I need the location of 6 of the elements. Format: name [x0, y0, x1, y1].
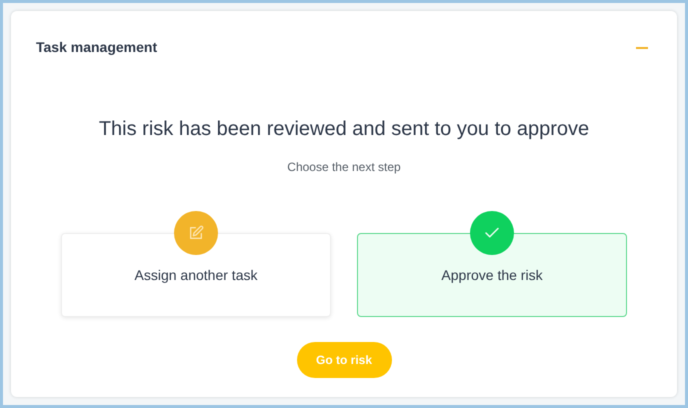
option-card[interactable]: Assign another task — [61, 233, 331, 317]
panel-title: Task management — [36, 38, 158, 57]
option-card[interactable]: Approve the risk — [357, 233, 627, 317]
subtitle: Choose the next step — [286, 159, 402, 176]
edit-icon — [188, 225, 204, 241]
heading: This risk has been reviewed and sent to you to approve — [98, 117, 590, 142]
